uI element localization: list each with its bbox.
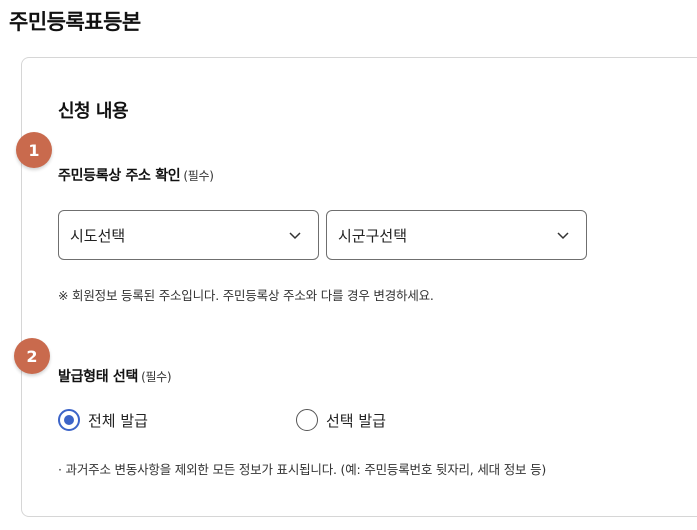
page-title: 주민등록표등본 (9, 10, 141, 34)
radio-full-issue[interactable]: 전체 발급 (58, 409, 148, 431)
chevron-down-icon (557, 232, 569, 240)
radio-button-checked[interactable] (58, 409, 80, 431)
address-confirm-label-text: 주민등록상 주소 확인 (58, 168, 181, 184)
radio-button[interactable] (296, 409, 318, 431)
section-title: 신청 내용 (58, 101, 129, 122)
sido-select-value: 시도선택 (70, 226, 126, 245)
step-badge-2: 2 (14, 338, 50, 374)
sigungu-select[interactable]: 시군구선택 (326, 210, 587, 260)
required-mark: (필수) (183, 169, 214, 183)
sido-select[interactable]: 시도선택 (58, 210, 319, 260)
required-mark: (필수) (141, 370, 172, 384)
issue-type-note: · 과거주소 변동사항을 제외한 모든 정보가 표시됩니다. (예: 주민등록번… (58, 462, 547, 477)
radio-selective-issue[interactable]: 선택 발급 (296, 409, 386, 431)
radio-full-issue-label[interactable]: 전체 발급 (88, 410, 148, 431)
radio-selective-issue-label[interactable]: 선택 발급 (326, 410, 386, 431)
issue-type-label: 발급형태 선택 (필수) (58, 366, 172, 386)
sigungu-select-value: 시군구선택 (338, 226, 408, 245)
step-badge-1: 1 (16, 132, 52, 168)
chevron-down-icon (289, 232, 301, 240)
address-note: ※ 회원정보 등록된 주소입니다. 주민등록상 주소와 다를 경우 변경하세요. (58, 288, 434, 303)
issue-type-label-text: 발급형태 선택 (58, 369, 139, 385)
address-confirm-label: 주민등록상 주소 확인 (필수) (58, 165, 214, 185)
